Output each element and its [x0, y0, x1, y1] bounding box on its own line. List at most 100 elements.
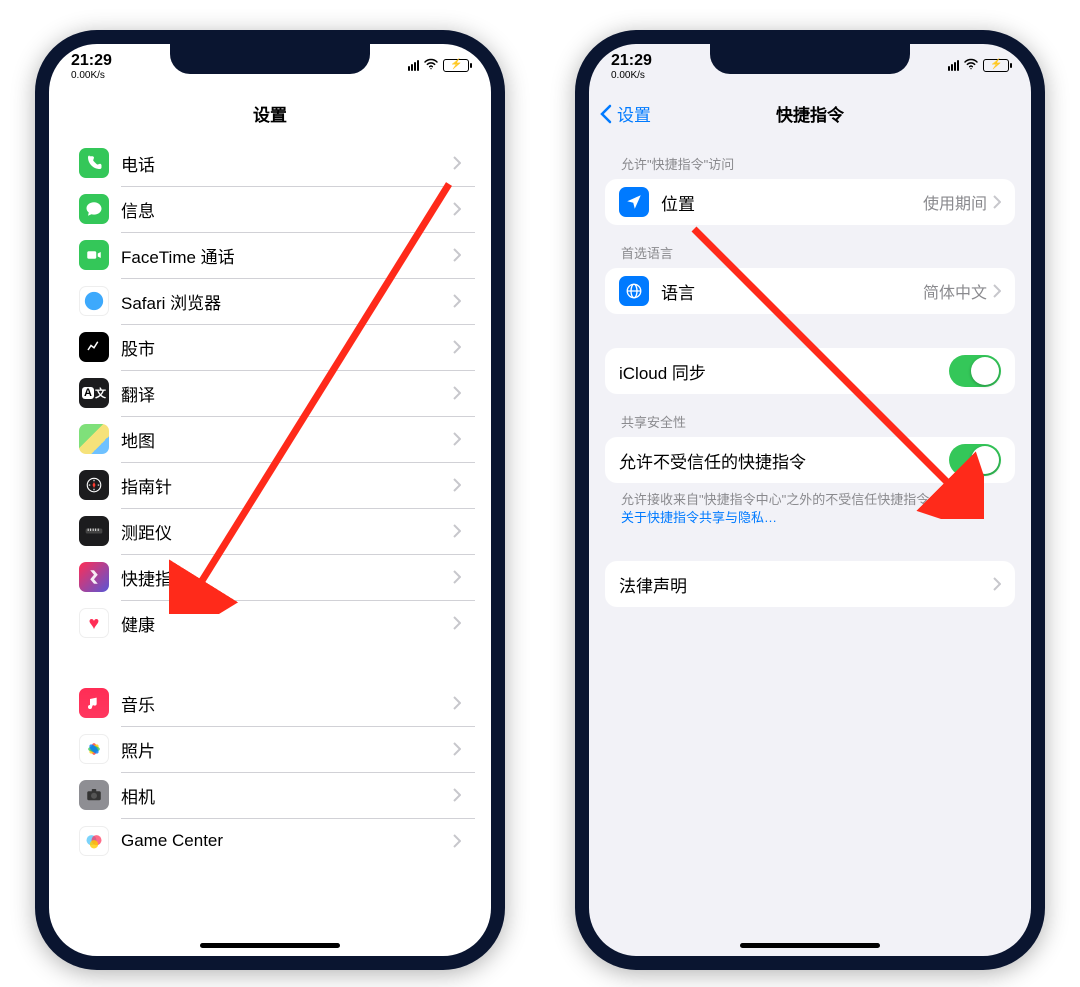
phone-screen-right: 21:29 0.00K/s ⚡ 设置 快捷指令 允许"快捷指令"访问: [589, 44, 1031, 956]
settings-row-facetime[interactable]: FaceTime 通话: [65, 232, 475, 278]
settings-row-legal[interactable]: 法律声明: [605, 561, 1015, 607]
row-label: 地图: [121, 427, 453, 452]
facetime-icon: [79, 240, 109, 270]
row-label: FaceTime 通话: [121, 243, 453, 268]
settings-row-health[interactable]: ♥ 健康: [65, 600, 475, 646]
row-label: 法律声明: [619, 572, 993, 597]
row-value: 使用期间: [923, 190, 987, 214]
safari-icon: [79, 286, 109, 316]
row-label: Safari 浏览器: [121, 289, 453, 314]
settings-row-safari[interactable]: Safari 浏览器: [65, 278, 475, 324]
group-legal: 法律声明: [605, 561, 1015, 607]
battery-icon: ⚡: [443, 59, 469, 72]
chevron-right-icon: [453, 386, 461, 400]
chevron-right-icon: [993, 284, 1001, 298]
settings-row-photos[interactable]: 照片: [65, 726, 475, 772]
row-label: 股市: [121, 335, 453, 360]
navbar: 设置 快捷指令: [589, 92, 1031, 136]
signal-icon: [948, 60, 959, 71]
compass-icon: [79, 470, 109, 500]
chevron-right-icon: [453, 570, 461, 584]
phone-frame-left: 21:29 0.00K/s ⚡ 设置 电话: [35, 30, 505, 970]
home-indicator[interactable]: [200, 943, 340, 948]
toggle-untrusted[interactable]: [949, 444, 1001, 476]
signal-icon: [408, 60, 419, 71]
row-label: 健康: [121, 611, 453, 636]
row-label: 语言: [661, 279, 923, 304]
phone-frame-right: 21:29 0.00K/s ⚡ 设置 快捷指令 允许"快捷指令"访问: [575, 30, 1045, 970]
health-icon: ♥: [79, 608, 109, 638]
settings-content[interactable]: 电话 信息 FaceTime 通话: [49, 136, 491, 956]
row-label: 信息: [121, 197, 453, 222]
globe-icon: [619, 276, 649, 306]
phone-icon: [79, 148, 109, 178]
chevron-right-icon: [453, 432, 461, 446]
chevron-right-icon: [453, 524, 461, 538]
battery-icon: ⚡: [983, 59, 1009, 72]
chevron-right-icon: [453, 834, 461, 848]
group-security: 允许不受信任的快捷指令: [605, 437, 1015, 483]
settings-row-language[interactable]: 语言 简体中文: [605, 268, 1015, 314]
settings-row-allow-untrusted[interactable]: 允许不受信任的快捷指令: [605, 437, 1015, 483]
status-netspeed: 0.00K/s: [611, 70, 652, 81]
chevron-right-icon: [453, 340, 461, 354]
section-header-language: 首选语言: [605, 225, 1015, 268]
row-label: 相机: [121, 783, 453, 808]
camera-icon: [79, 780, 109, 810]
measure-icon: [79, 516, 109, 546]
chevron-right-icon: [453, 248, 461, 262]
settings-row-shortcuts[interactable]: 快捷指令: [65, 554, 475, 600]
navbar: 设置: [49, 92, 491, 136]
settings-row-measure[interactable]: 测距仪: [65, 508, 475, 554]
notch: [710, 44, 910, 74]
row-label: 测距仪: [121, 519, 453, 544]
chevron-right-icon: [453, 156, 461, 170]
group-access: 位置 使用期间: [605, 179, 1015, 225]
wifi-icon: [963, 56, 979, 75]
settings-row-camera[interactable]: 相机: [65, 772, 475, 818]
shortcuts-icon: [79, 562, 109, 592]
stocks-icon: [79, 332, 109, 362]
row-label: 位置: [661, 190, 923, 215]
wifi-icon: [423, 56, 439, 75]
settings-row-maps[interactable]: 地图: [65, 416, 475, 462]
messages-icon: [79, 194, 109, 224]
status-time: 21:29: [71, 52, 112, 70]
row-label: iCloud 同步: [619, 359, 949, 384]
group-language: 语言 简体中文: [605, 268, 1015, 314]
row-label: 音乐: [121, 691, 453, 716]
maps-icon: [79, 424, 109, 454]
location-icon: [619, 187, 649, 217]
notch: [170, 44, 370, 74]
settings-row-messages[interactable]: 信息: [65, 186, 475, 232]
toggle-icloud[interactable]: [949, 355, 1001, 387]
page-title: 快捷指令: [776, 101, 844, 126]
group-icloud: iCloud 同步: [605, 348, 1015, 394]
privacy-link[interactable]: 关于快捷指令共享与隐私…: [621, 510, 777, 525]
gamecenter-icon: [79, 826, 109, 856]
photos-icon: [79, 734, 109, 764]
settings-row-icloud-sync[interactable]: iCloud 同步: [605, 348, 1015, 394]
status-netspeed: 0.00K/s: [71, 70, 112, 81]
chevron-right-icon: [453, 202, 461, 216]
home-indicator[interactable]: [740, 943, 880, 948]
chevron-right-icon: [453, 696, 461, 710]
settings-row-translate[interactable]: A文 翻译: [65, 370, 475, 416]
settings-row-music[interactable]: 音乐: [65, 680, 475, 726]
settings-row-gamecenter[interactable]: Game Center: [65, 818, 475, 864]
chevron-right-icon: [453, 478, 461, 492]
row-label: Game Center: [121, 831, 453, 851]
phone-screen-left: 21:29 0.00K/s ⚡ 设置 电话: [49, 44, 491, 956]
chevron-right-icon: [453, 616, 461, 630]
translate-icon: A文: [79, 378, 109, 408]
settings-row-stocks[interactable]: 股市: [65, 324, 475, 370]
shortcuts-settings-content[interactable]: 允许"快捷指令"访问 位置 使用期间 首选语言 语言: [589, 136, 1031, 956]
section-header-security: 共享安全性: [605, 394, 1015, 437]
settings-row-phone[interactable]: 电话: [65, 140, 475, 186]
row-label: 指南针: [121, 473, 453, 498]
back-button[interactable]: 设置: [599, 101, 651, 126]
chevron-right-icon: [453, 294, 461, 308]
settings-row-location[interactable]: 位置 使用期间: [605, 179, 1015, 225]
chevron-right-icon: [993, 195, 1001, 209]
settings-row-compass[interactable]: 指南针: [65, 462, 475, 508]
